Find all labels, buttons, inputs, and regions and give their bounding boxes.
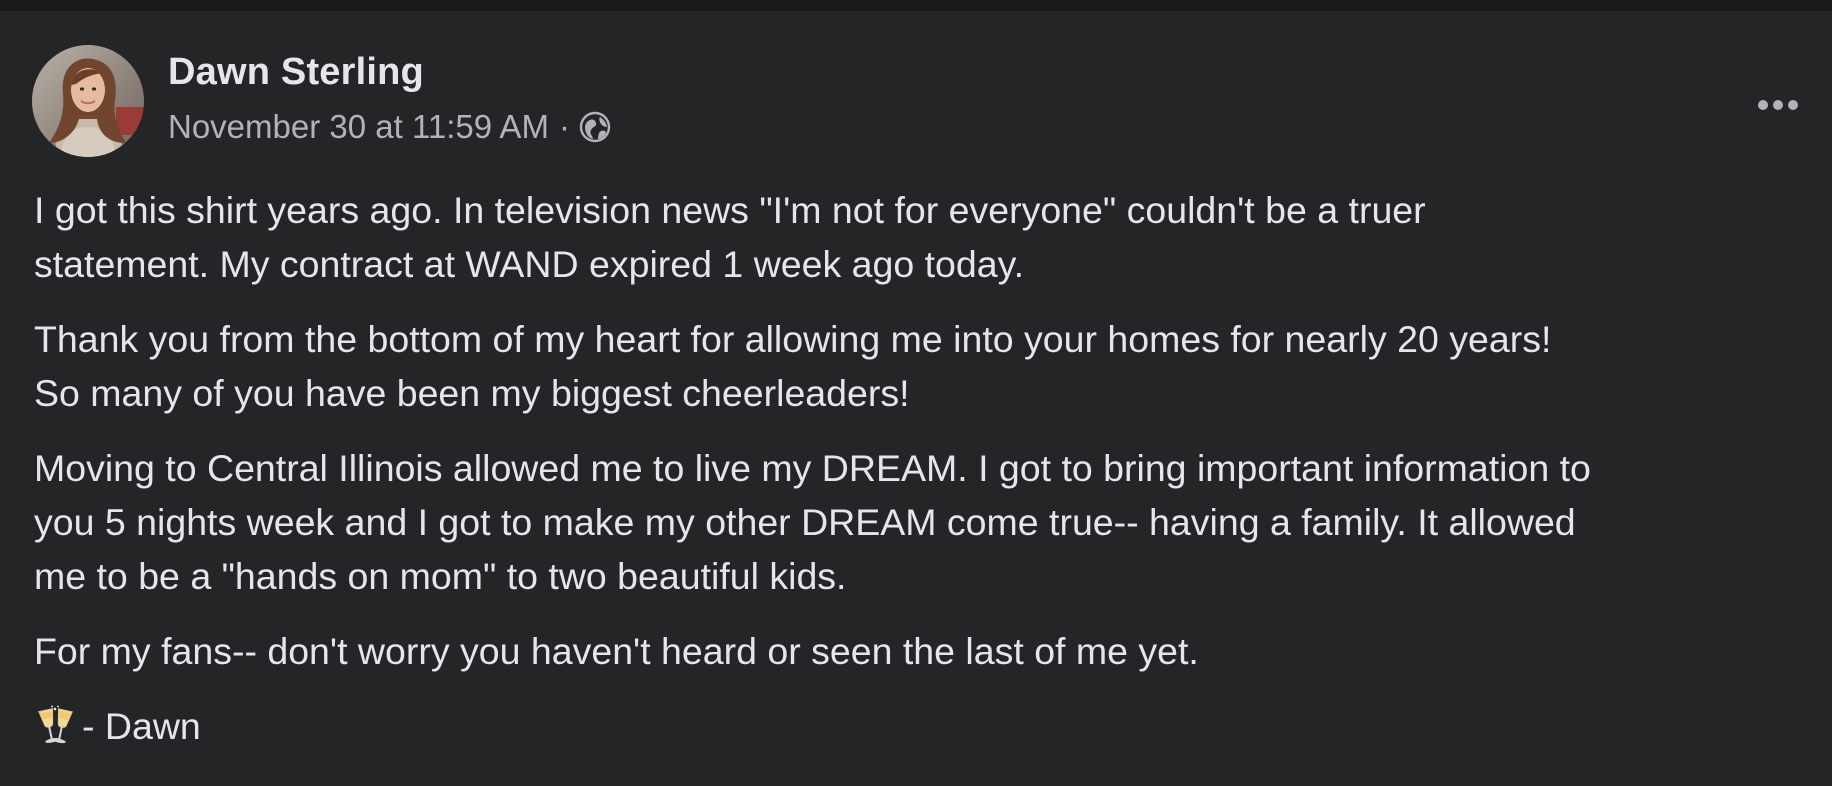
- signoff-text: - Dawn: [82, 705, 201, 747]
- post-line: Moving to Central Illinois allowed me to…: [34, 447, 1591, 489]
- post-paragraph-4: For my fans-- don't worry you haven't he…: [34, 624, 1804, 678]
- post-paragraph-3: Moving to Central Illinois allowed me to…: [34, 441, 1804, 603]
- post-line: I got this shirt years ago. In televisio…: [34, 189, 1426, 231]
- post-paragraph-1: I got this shirt years ago. In televisio…: [34, 183, 1804, 291]
- post-line: me to be a "hands on mom" to two beautif…: [34, 555, 847, 597]
- post-card: Dawn Sterling November 30 at 11:59 AM · …: [0, 11, 1832, 786]
- more-options-button[interactable]: [1752, 79, 1804, 131]
- post-line: you 5 nights week and I got to make my o…: [34, 501, 1576, 543]
- post-timestamp[interactable]: November 30 at 11:59 AM: [168, 108, 549, 146]
- author-name[interactable]: Dawn Sterling: [168, 51, 424, 94]
- post-line: So many of you have been my biggest chee…: [34, 372, 910, 414]
- avatar-photo: [32, 45, 144, 157]
- author-avatar[interactable]: [32, 45, 144, 157]
- post-signoff: - Dawn: [34, 699, 1804, 753]
- post-line: For my fans-- don't worry you haven't he…: [34, 630, 1199, 672]
- post-paragraph-2: Thank you from the bottom of my heart fo…: [34, 312, 1804, 420]
- more-horizontal-icon: [1758, 100, 1798, 110]
- post-line: statement. My contract at WAND expired 1…: [34, 243, 1025, 285]
- post-body: I got this shirt years ago. In televisio…: [34, 183, 1804, 753]
- globe-icon[interactable]: [578, 110, 612, 144]
- post-meta: November 30 at 11:59 AM ·: [168, 105, 612, 149]
- meta-separator: ·: [558, 108, 570, 145]
- top-divider-strip: [0, 0, 1832, 11]
- clinking-glasses-icon: [34, 704, 76, 748]
- post-line: Thank you from the bottom of my heart fo…: [34, 318, 1552, 360]
